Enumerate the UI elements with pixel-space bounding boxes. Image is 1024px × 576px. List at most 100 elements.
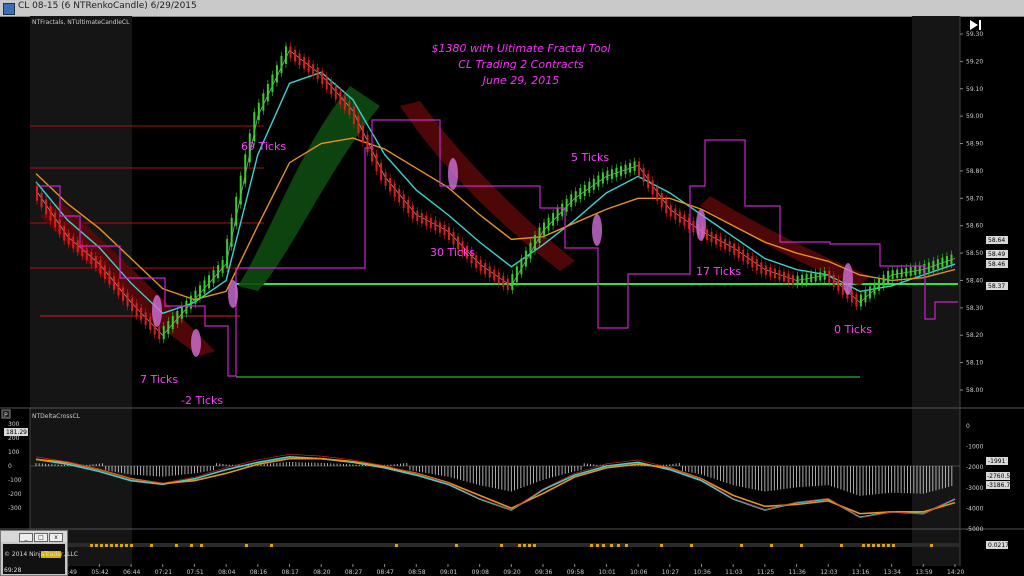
- scroll-to-end-icon[interactable]: [970, 20, 981, 30]
- title-line-2: CL Trading 2 Contracts: [458, 58, 584, 71]
- price-tag-2: 58.49: [988, 251, 1005, 258]
- price-axis-tick: 58.00: [966, 387, 983, 394]
- mini-window[interactable]: _ □ x © 2014 NinjaTrader, LLC 69:28: [0, 530, 78, 576]
- time-axis-label: 09:58: [567, 569, 584, 576]
- volume-dot: [395, 544, 398, 547]
- volume-dot: [190, 544, 193, 547]
- volume-dot: [150, 544, 153, 547]
- osc-left-axis-tick: 100: [8, 449, 20, 456]
- time-axis-label: 11:03: [725, 569, 742, 576]
- price-axis-tick: 59.00: [966, 113, 983, 120]
- volume-dot: [882, 544, 885, 547]
- time-axis-label: 10:36: [693, 569, 710, 576]
- volume-dot: [115, 544, 118, 547]
- oscillator-histogram: [35, 462, 953, 496]
- mini-window-label: © 2014 NinjaTrader, LLC: [4, 551, 78, 558]
- oscillator-tags: 181.29 -1991 -2760.52 -3186.78: [4, 428, 1014, 489]
- time-axis-label: 09:08: [472, 569, 489, 576]
- price-axis-tick: 58.20: [966, 332, 983, 339]
- time-axis-label: 08:20: [313, 569, 330, 576]
- annotation-title: $1380 with Ultimate Fractal Tool CL Trad…: [432, 42, 611, 87]
- close-button[interactable]: x: [49, 533, 63, 542]
- volume-dot: [877, 544, 880, 547]
- osc-left-axis-tick: 0: [8, 463, 12, 470]
- window-title: CL 08-15 (6 NTRenkoCandle) 6/29/2015: [18, 1, 197, 11]
- time-axis-label: 09:20: [503, 569, 520, 576]
- price-axis-tick: 58.90: [966, 141, 983, 148]
- osc-tag-1: -1991: [988, 458, 1006, 465]
- restore-button[interactable]: □: [34, 533, 48, 542]
- osc-tag-2: -2760.52: [987, 473, 1014, 480]
- volume-dot: [500, 544, 503, 547]
- volume-dot: [596, 544, 599, 547]
- time-axis-label: 08:16: [250, 569, 267, 576]
- osc-right-axis-tick: -2000: [966, 464, 984, 471]
- price-axis-tick: 58.40: [966, 277, 983, 284]
- price-axis-tick: 58.10: [966, 360, 983, 367]
- tick-label-0: 0 Ticks: [834, 323, 872, 336]
- volume-dot: [602, 544, 605, 547]
- volume-dot: [200, 544, 203, 547]
- time-axis-label: 09:01: [440, 569, 457, 576]
- time-axis-label: 10:06: [630, 569, 647, 576]
- title-line-3: June 29, 2015: [481, 74, 559, 87]
- title-line-1: $1380 with Ultimate Fractal Tool: [432, 42, 611, 55]
- price-axis-tick: 58.60: [966, 223, 983, 230]
- price-axis-tick: 59.30: [966, 31, 983, 38]
- volume-dot: [125, 544, 128, 547]
- volume-dot: [523, 544, 526, 547]
- volume-dot: [862, 544, 865, 547]
- time-axis-label: 14:20: [947, 569, 964, 576]
- volume-dot: [690, 544, 693, 547]
- osc-left-axis-tick: -200: [8, 491, 22, 498]
- volume-dot: [120, 544, 123, 547]
- volume-dot: [455, 544, 458, 547]
- osc-tag-3: -3186.78: [987, 482, 1014, 489]
- lower-indicator-label: NTDeltaCrossCL: [32, 413, 81, 420]
- osc-left-axis-tick: -100: [8, 477, 22, 484]
- volume-dot: [625, 544, 628, 547]
- time-axis-label: 05:42: [91, 569, 108, 576]
- time-axis-label: 11:36: [789, 569, 806, 576]
- tick-label-7: 7 Ticks: [140, 373, 178, 386]
- time-axis-label: 08:27: [345, 569, 362, 576]
- volume-dot: [872, 544, 875, 547]
- price-tag-4: 58.37: [988, 283, 1005, 290]
- time-axis-label: 08:58: [408, 569, 425, 576]
- osc-right-axis-tick: 0: [966, 423, 970, 430]
- chart-canvas[interactable]: NTFractals, NTUltimateCandleCL NTDeltaCr…: [0, 16, 1024, 576]
- tick-label-30: 30 Ticks: [430, 246, 475, 259]
- time-axis-label: 13:59: [915, 569, 932, 576]
- osc-left-axis-tick: -300: [8, 505, 22, 512]
- price-axis-tick: 58.30: [966, 305, 983, 312]
- time-axis-label: 13:16: [852, 569, 869, 576]
- minimize-button[interactable]: _: [19, 533, 33, 542]
- volume-dot: [245, 544, 248, 547]
- volume-dot: [130, 544, 133, 547]
- time-axis-label: 06:44: [123, 569, 140, 576]
- volume-dot: [270, 544, 273, 547]
- volume-dot: [887, 544, 890, 547]
- time-axis-label: 11:25: [757, 569, 774, 576]
- lower-panel-marker: P: [4, 412, 8, 419]
- osc-left-axis-tick: 200: [8, 435, 20, 442]
- app-icon: [3, 3, 15, 15]
- tick-label-5: 5 Ticks: [571, 151, 609, 164]
- time-axis-label: 10:27: [662, 569, 679, 576]
- volume-dot: [533, 544, 536, 547]
- window-titlebar[interactable]: CL 08-15 (6 NTRenkoCandle) 6/29/2015: [0, 0, 1024, 17]
- osc-right-axis-tick: -5000: [966, 526, 984, 533]
- volume-dot: [617, 544, 620, 547]
- volume-strip: [30, 543, 960, 547]
- time-axis-label: 07:51: [186, 569, 203, 576]
- osc-left-axis-tick: 300: [8, 421, 20, 428]
- volume-dot: [105, 544, 108, 547]
- volume-dot: [90, 544, 93, 547]
- price-tag-1: 58.64: [988, 237, 1005, 244]
- price-axis: 59.30 59.20 59.10 59.00 58.90 58.80 58.70 58.60…: [960, 31, 983, 394]
- price-axis-tick: 58.70: [966, 195, 983, 202]
- volume-dot: [528, 544, 531, 547]
- volume-dot: [867, 544, 870, 547]
- level-lines: [30, 125, 958, 378]
- price-axis-tick: 59.10: [966, 86, 983, 93]
